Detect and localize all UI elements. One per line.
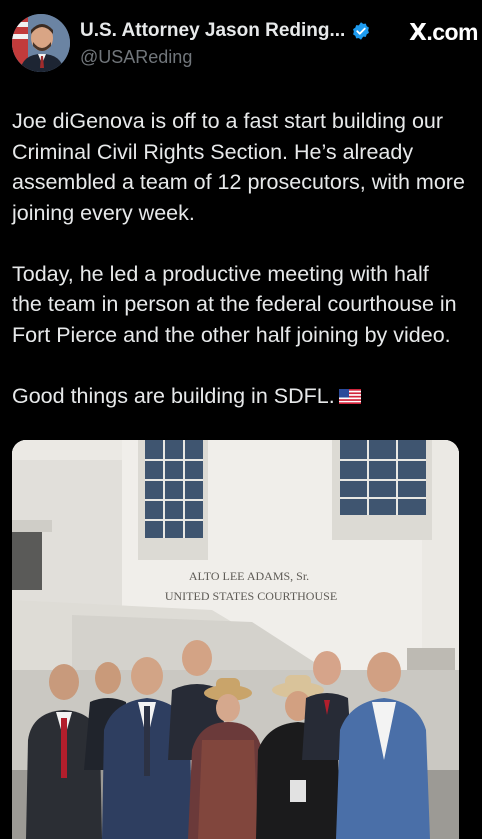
building-sign-line2: UNITED STATES COURTHOUSE [165, 589, 337, 603]
tweet-photo[interactable]: ALTO LEE ADAMS, Sr. UNITED STATES COURTH… [12, 440, 459, 839]
building-sign-line1: ALTO LEE ADAMS, Sr. [189, 569, 309, 583]
us-flag-icon [338, 388, 361, 404]
author-display-name[interactable]: U.S. Attorney Jason Reding... [80, 20, 345, 42]
tweet-text: Joe diGenova is off to a fast start buil… [12, 106, 482, 442]
courthouse-photo: ALTO LEE ADAMS, Sr. UNITED STATES COURTH… [12, 440, 459, 839]
author-handle[interactable]: @USAReding [80, 47, 192, 68]
verified-badge-icon [353, 22, 370, 40]
avatar[interactable] [12, 14, 70, 72]
tweet-paragraph: Joe diGenova is off to a fast start buil… [12, 109, 465, 225]
tweet-header: U.S. Attorney Jason Reding... @USAReding… [12, 14, 482, 74]
tweet-paragraph: Good things are building in SDFL. [12, 381, 482, 412]
tweet-paragraph: Today, he led a productive meeting with … [12, 261, 457, 347]
x-brand-logo[interactable]: X.com [409, 19, 478, 46]
